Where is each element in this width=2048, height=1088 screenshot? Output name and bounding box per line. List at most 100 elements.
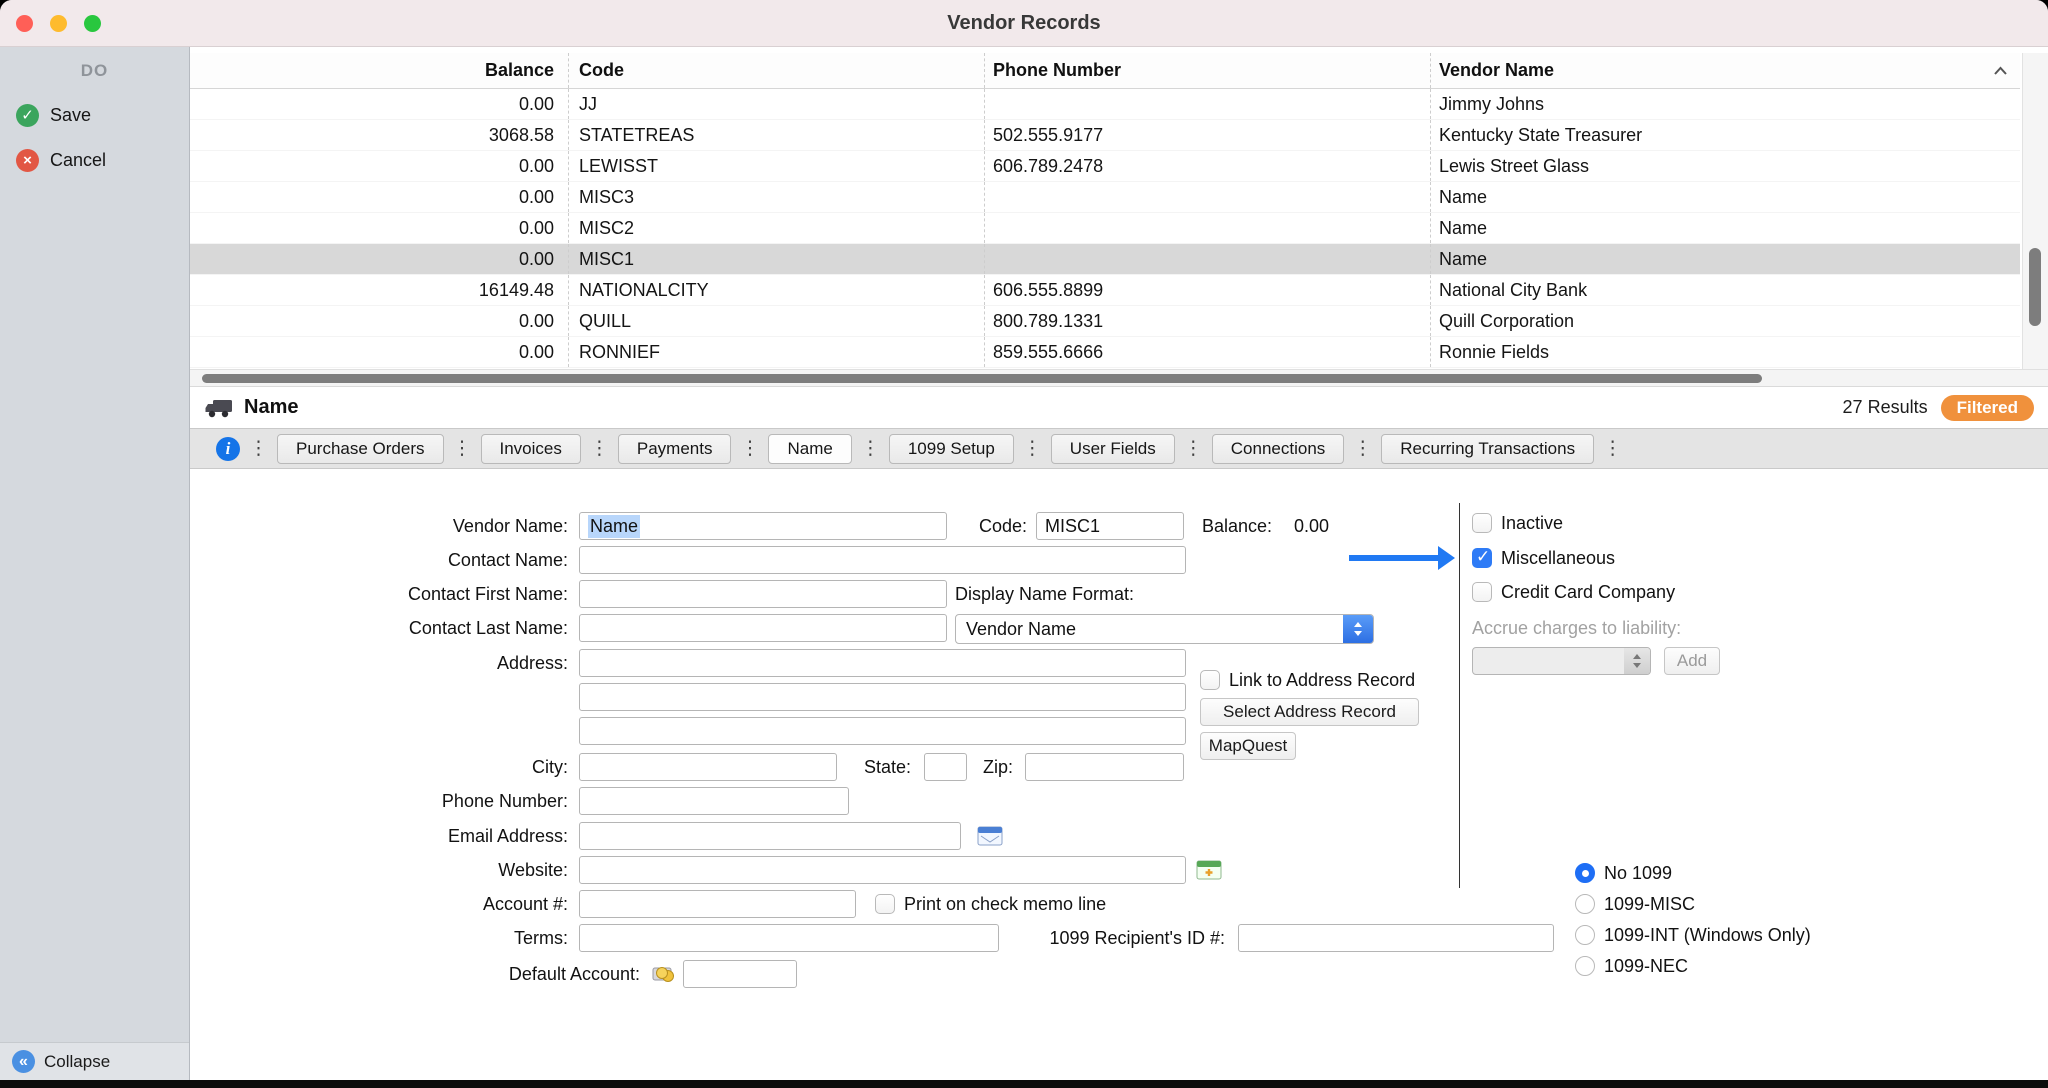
credit-card-company-checkbox[interactable]: Credit Card Company bbox=[1472, 578, 1675, 606]
column-header-code[interactable]: Code bbox=[568, 53, 984, 88]
vertical-scrollbar[interactable] bbox=[2022, 53, 2048, 369]
table-row[interactable]: 0.00 MISC3 Name bbox=[190, 182, 2020, 213]
checkbox-label: Miscellaneous bbox=[1501, 548, 1615, 569]
phone-number-input[interactable] bbox=[579, 787, 849, 815]
radio-1099-misc[interactable]: 1099-MISC bbox=[1575, 890, 1811, 918]
table-row[interactable]: 0.00 MISC1 Name bbox=[190, 244, 2020, 275]
tab-payments[interactable]: Payments bbox=[618, 434, 732, 464]
sort-ascending-icon[interactable] bbox=[1993, 66, 2008, 76]
zip-label: Zip: bbox=[983, 753, 1013, 781]
tab-drag-handle[interactable]: ⋮ bbox=[590, 437, 609, 460]
cell-vendor-name: Name bbox=[1430, 182, 2020, 212]
radio-no-1099[interactable]: No 1099 bbox=[1575, 859, 1811, 887]
window-title: Vendor Records bbox=[947, 12, 1100, 35]
minimize-button[interactable] bbox=[50, 15, 67, 32]
tab-connections[interactable]: Connections bbox=[1212, 434, 1345, 464]
email-address-input[interactable] bbox=[579, 822, 961, 850]
recipient-id-input[interactable] bbox=[1238, 924, 1554, 952]
zoom-button[interactable] bbox=[84, 15, 101, 32]
balance-value: 0.00 bbox=[1294, 512, 1329, 540]
table-row[interactable]: 3068.58 STATETREAS 502.555.9177 Kentucky… bbox=[190, 120, 2020, 151]
vertical-scrollbar-thumb[interactable] bbox=[2029, 248, 2041, 326]
website-browser-icon[interactable] bbox=[1196, 859, 1222, 886]
website-label: Website: bbox=[498, 856, 568, 884]
code-input[interactable] bbox=[1036, 512, 1184, 540]
table-row[interactable]: 0.00 LEWISST 606.789.2478 Lewis Street G… bbox=[190, 151, 2020, 182]
mapquest-button[interactable]: MapQuest bbox=[1200, 732, 1296, 760]
miscellaneous-checkbox[interactable]: Miscellaneous bbox=[1472, 544, 1615, 572]
collapse-button[interactable]: « Collapse bbox=[0, 1042, 189, 1080]
table-row[interactable]: 16149.48 NATIONALCITY 606.555.8899 Natio… bbox=[190, 275, 2020, 306]
address-line3-input[interactable] bbox=[579, 717, 1186, 745]
current-record-name: Name bbox=[244, 396, 298, 419]
dropdown-value: Vendor Name bbox=[956, 615, 1343, 643]
cell-balance: 0.00 bbox=[190, 213, 568, 243]
tab-recurring-transactions[interactable]: Recurring Transactions bbox=[1381, 434, 1594, 464]
do-sidebar: DO ✓ Save × Cancel « Collapse bbox=[0, 47, 190, 1080]
zip-input[interactable] bbox=[1025, 753, 1184, 781]
table-row[interactable]: 0.00 MISC2 Name bbox=[190, 213, 2020, 244]
radio-icon bbox=[1575, 956, 1595, 976]
contact-first-name-input[interactable] bbox=[579, 580, 947, 608]
account-lookup-icon[interactable] bbox=[651, 963, 677, 989]
tab-drag-handle[interactable]: ⋮ bbox=[453, 437, 472, 460]
print-check-memo-checkbox[interactable]: Print on check memo line bbox=[875, 890, 1106, 918]
close-button[interactable] bbox=[16, 15, 33, 32]
table-row[interactable]: 0.00 QUILL 800.789.1331 Quill Corporatio… bbox=[190, 306, 2020, 337]
tab-invoices[interactable]: Invoices bbox=[481, 434, 581, 464]
radio-label: No 1099 bbox=[1604, 863, 1672, 884]
column-header-vendor-name[interactable]: Vendor Name bbox=[1430, 53, 2020, 88]
tab-drag-handle[interactable]: ⋮ bbox=[861, 437, 880, 460]
tab-drag-handle[interactable]: ⋮ bbox=[1023, 437, 1042, 460]
tab-drag-handle[interactable]: ⋮ bbox=[1184, 437, 1203, 460]
tab-bar: i ⋮ Purchase Orders ⋮ Invoices ⋮ Payments ⋮ Na… bbox=[190, 428, 2048, 469]
cell-code: LEWISST bbox=[568, 151, 984, 181]
tab-drag-handle[interactable]: ⋮ bbox=[249, 437, 268, 460]
city-input[interactable] bbox=[579, 753, 837, 781]
cancel-button[interactable]: × Cancel bbox=[0, 145, 189, 175]
table-row[interactable]: 0.00 JJ Jimmy Johns bbox=[190, 89, 2020, 120]
chevron-up-down-icon bbox=[1343, 615, 1373, 643]
default-account-input[interactable] bbox=[683, 960, 797, 988]
column-header-phone[interactable]: Phone Number bbox=[984, 53, 1430, 88]
info-icon[interactable]: i bbox=[216, 437, 240, 461]
table-row[interactable]: 0.00 RONNIEF 859.555.6666 Ronnie Fields bbox=[190, 337, 2020, 368]
filtered-badge[interactable]: Filtered bbox=[1941, 395, 2034, 421]
tab-name[interactable]: Name bbox=[768, 434, 851, 464]
cancel-label: Cancel bbox=[50, 150, 106, 171]
1099-radio-group: No 1099 1099-MISC 1099-INT (Windows Only) 1… bbox=[1575, 859, 1811, 980]
dropdown-value bbox=[1473, 648, 1624, 674]
account-number-input[interactable] bbox=[579, 890, 856, 918]
address-line2-input[interactable] bbox=[579, 683, 1186, 711]
terms-input[interactable] bbox=[579, 924, 999, 952]
tab-drag-handle[interactable]: ⋮ bbox=[1353, 437, 1372, 460]
email-app-icon[interactable] bbox=[977, 825, 1003, 852]
vendor-name-input[interactable]: Name bbox=[579, 512, 947, 540]
tab-drag-handle[interactable]: ⋮ bbox=[1603, 437, 1622, 460]
display-name-format-dropdown[interactable]: Vendor Name bbox=[955, 614, 1374, 644]
address-line1-input[interactable] bbox=[579, 649, 1186, 677]
cell-code: RONNIEF bbox=[568, 337, 984, 367]
contact-last-name-input[interactable] bbox=[579, 614, 947, 642]
radio-1099-int-windows-only[interactable]: 1099-INT (Windows Only) bbox=[1575, 921, 1811, 949]
horizontal-scrollbar[interactable] bbox=[190, 369, 2048, 386]
column-header-balance[interactable]: Balance bbox=[190, 53, 568, 88]
website-input[interactable] bbox=[579, 856, 1186, 884]
cell-vendor-name: Ronnie Fields bbox=[1430, 337, 2020, 367]
link-address-record-checkbox[interactable]: Link to Address Record bbox=[1200, 666, 1415, 694]
horizontal-scrollbar-thumb[interactable] bbox=[202, 374, 1762, 383]
tab-drag-handle[interactable]: ⋮ bbox=[740, 437, 759, 460]
tab-1099-setup[interactable]: 1099 Setup bbox=[889, 434, 1014, 464]
add-liability-button[interactable]: Add bbox=[1664, 647, 1720, 675]
accrue-liability-dropdown[interactable] bbox=[1472, 647, 1651, 675]
save-button[interactable]: ✓ Save bbox=[0, 100, 189, 130]
cell-vendor-name: Kentucky State Treasurer bbox=[1430, 120, 2020, 150]
contact-name-input[interactable] bbox=[579, 546, 1186, 574]
inactive-checkbox[interactable]: Inactive bbox=[1472, 509, 1563, 537]
select-address-record-button[interactable]: Select Address Record bbox=[1200, 698, 1419, 726]
tab-purchase-orders[interactable]: Purchase Orders bbox=[277, 434, 444, 464]
state-input[interactable] bbox=[924, 753, 967, 781]
radio-1099-nec[interactable]: 1099-NEC bbox=[1575, 952, 1811, 980]
tab-user-fields[interactable]: User Fields bbox=[1051, 434, 1175, 464]
cell-balance: 0.00 bbox=[190, 182, 568, 212]
